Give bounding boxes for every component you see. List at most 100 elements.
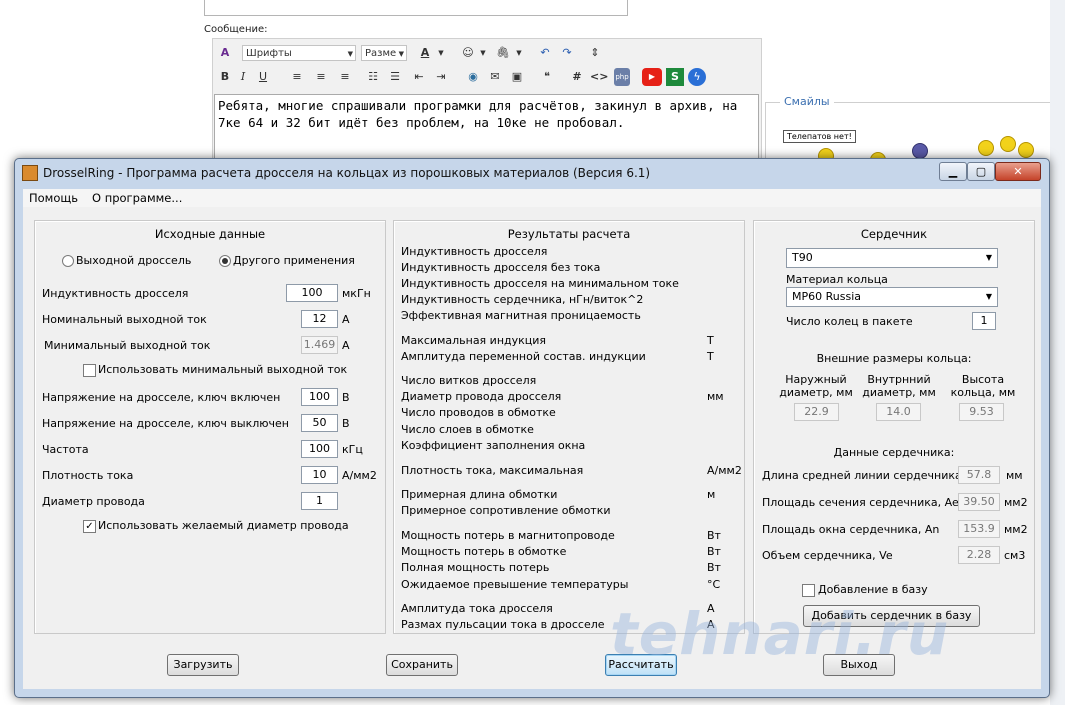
material-label: Материал кольца: [786, 273, 888, 286]
message-textarea[interactable]: Ребята, многие спрашивали програмки для …: [214, 94, 759, 164]
load-button[interactable]: Загрузить: [167, 654, 239, 676]
inner-diameter-value[interactable]: 14.0: [876, 403, 921, 421]
size-select[interactable]: Разме ▼: [361, 45, 407, 61]
smile-icon[interactable]: [1018, 142, 1034, 158]
radio-other-use[interactable]: [219, 255, 231, 267]
core-an-value[interactable]: 153.9: [958, 520, 1000, 538]
chevron-down-icon[interactable]: ▼: [432, 44, 450, 62]
bold-icon[interactable]: B: [216, 68, 234, 86]
quote-icon[interactable]: ❝: [538, 68, 556, 86]
inductance-unit: мкГн: [342, 287, 371, 300]
smile-icon[interactable]: [912, 143, 928, 159]
link-icon[interactable]: ◉: [464, 68, 482, 86]
core-ve-unit: см3: [1004, 549, 1026, 562]
outdent-icon[interactable]: ⇤: [410, 68, 428, 86]
spoiler-icon[interactable]: S: [666, 68, 684, 86]
nominal-current-input[interactable]: 12: [301, 310, 338, 328]
inductance-input[interactable]: 100: [286, 284, 338, 302]
frequency-label: Частота: [42, 443, 89, 456]
frequency-input[interactable]: 100: [301, 440, 338, 458]
result-label: Индуктивность дросселя на минимальном то…: [401, 277, 679, 290]
smile-telepat-sign[interactable]: Телепатов нет!: [783, 130, 856, 143]
inner-diameter-label-1: Внутрнний: [867, 373, 931, 386]
remove-format-icon[interactable]: A: [216, 44, 234, 62]
outer-diameter-value[interactable]: 22.9: [794, 403, 839, 421]
height-value[interactable]: 9.53: [959, 403, 1004, 421]
voltage-off-unit: B: [342, 417, 350, 430]
core-ve-value[interactable]: 2.28: [958, 546, 1000, 564]
resize-icon[interactable]: ⇕: [586, 44, 604, 62]
email-icon[interactable]: ✉: [486, 68, 504, 86]
menu-help[interactable]: Помощь: [29, 191, 78, 205]
result-label: Число витков дросселя: [401, 374, 537, 387]
current-density-input[interactable]: 10: [301, 466, 338, 484]
chevron-down-icon[interactable]: ▼: [474, 44, 492, 62]
result-label: Индуктивность дросселя: [401, 245, 548, 258]
unordered-list-icon[interactable]: ☰: [386, 68, 404, 86]
add-to-db-checkbox[interactable]: [802, 584, 815, 597]
italic-icon[interactable]: I: [234, 68, 252, 86]
redo-icon[interactable]: ↷: [558, 44, 576, 62]
core-ve-label: Объем сердечника, Ve: [762, 549, 893, 562]
smile-icon[interactable]: [978, 140, 994, 156]
core-select[interactable]: T90 ▼: [786, 248, 998, 268]
use-wire-diameter-checkbox[interactable]: ✓: [83, 520, 96, 533]
result-unit: °C: [707, 578, 721, 591]
radio-other-use-label: Другого применения: [233, 254, 355, 267]
radio-output-choke[interactable]: [62, 255, 74, 267]
underline-icon[interactable]: U: [254, 68, 272, 86]
min-current-input[interactable]: 1.469: [301, 336, 338, 354]
smile-icon[interactable]: [1000, 136, 1016, 152]
core-le-unit: мм: [1006, 469, 1023, 482]
title-bar[interactable]: DrosselRing - Программа расчета дросселя…: [15, 159, 1049, 187]
indent-icon[interactable]: ⇥: [432, 68, 450, 86]
rings-count-input[interactable]: 1: [972, 312, 996, 330]
core-ae-value[interactable]: 39.50: [958, 493, 1000, 511]
undo-icon[interactable]: ↶: [536, 44, 554, 62]
core-an-label: Площадь окна сердечника, An: [762, 523, 940, 536]
result-label: Число слоев в обмотке: [401, 423, 534, 436]
image-icon[interactable]: ▣: [508, 68, 526, 86]
font-select[interactable]: Шрифты ▼: [242, 45, 356, 61]
result-label: Мощность потерь в магнитопроводе: [401, 529, 615, 542]
chevron-down-icon[interactable]: ▼: [510, 44, 528, 62]
align-center-icon[interactable]: ≡: [312, 68, 330, 86]
menu-about[interactable]: О программе...: [92, 191, 182, 205]
close-button[interactable]: ✕: [995, 162, 1041, 181]
frequency-unit: кГц: [342, 443, 363, 456]
input-panel-title: Исходные данные: [154, 227, 266, 241]
material-select[interactable]: MP60 Russia ▼: [786, 287, 998, 307]
core-data-title: Данные сердечника:: [833, 446, 955, 459]
rings-count-label: Число колец в пакете: [786, 315, 913, 328]
voltage-on-input[interactable]: 100: [301, 388, 338, 406]
ordered-list-icon[interactable]: ☷: [364, 68, 382, 86]
use-min-current-checkbox[interactable]: [83, 364, 96, 377]
hash-icon[interactable]: #: [568, 68, 586, 86]
result-label: Плотность тока, максимальная: [401, 464, 584, 477]
youtube-icon[interactable]: ▶: [642, 68, 662, 86]
flash-icon[interactable]: ϟ: [688, 68, 706, 86]
nominal-current-unit: A: [342, 313, 350, 326]
result-label: Эффективная магнитная проницаемость: [401, 309, 641, 322]
result-label: Индуктивность дросселя без тока: [401, 261, 601, 274]
use-wire-diameter-label: Использовать желаемый диаметр провода: [98, 519, 349, 532]
menu-bar: Помощь О программе...: [23, 189, 1041, 207]
voltage-on-unit: B: [342, 391, 350, 404]
result-label: Коэффициент заполнения окна: [401, 439, 586, 452]
code-icon[interactable]: <>: [590, 68, 608, 86]
result-label: Диаметр провода дросселя: [401, 390, 562, 403]
maximize-button[interactable]: ▢: [967, 162, 995, 181]
minimize-button[interactable]: ▁: [939, 162, 967, 181]
results-panel-title: Результаты расчета: [507, 227, 631, 241]
app-icon: [22, 165, 38, 181]
save-button[interactable]: Сохранить: [386, 654, 458, 676]
align-right-icon[interactable]: ≡: [336, 68, 354, 86]
voltage-off-input[interactable]: 50: [301, 414, 338, 432]
previous-input-field[interactable]: [204, 0, 628, 16]
align-left-icon[interactable]: ≡: [288, 68, 306, 86]
core-le-value[interactable]: 57.8: [958, 466, 1000, 484]
php-icon[interactable]: php: [614, 68, 630, 86]
result-label: Максимальная индукция: [401, 334, 547, 347]
background-page-edge: [1050, 0, 1065, 705]
wire-diameter-input[interactable]: 1: [301, 492, 338, 510]
